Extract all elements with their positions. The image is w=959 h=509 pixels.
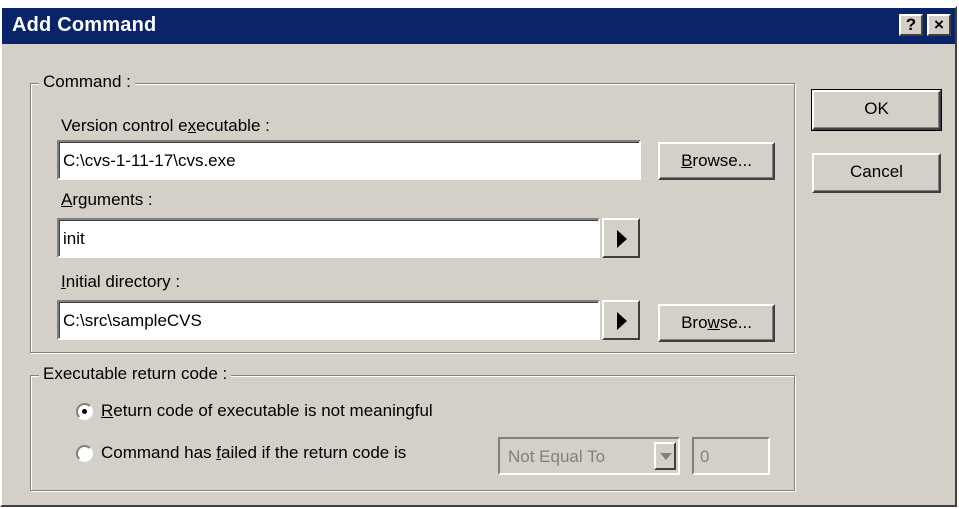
executable-field[interactable]: C:\cvs-1-11-17\cvs.exe	[57, 140, 641, 180]
radio-not-meaningful[interactable]	[76, 403, 93, 420]
radio-failed-if[interactable]	[76, 445, 93, 462]
radio-not-meaningful-label[interactable]: Return code of executable is not meaning…	[101, 401, 433, 421]
right-triangle-icon	[617, 312, 627, 330]
right-triangle-icon	[617, 230, 627, 248]
arguments-menu-button[interactable]	[602, 218, 640, 258]
initial-directory-label: Initial directory :	[61, 272, 181, 291]
browse-directory-button[interactable]: Browse...	[658, 304, 775, 342]
chevron-down-icon[interactable]	[654, 442, 676, 470]
executable-label: Version control executable :	[61, 116, 270, 135]
cancel-button[interactable]: Cancel	[812, 153, 941, 193]
title-bar[interactable]: Add Command ? ×	[2, 8, 955, 44]
radio-failed-if-label[interactable]: Command has failed if the return code is	[101, 443, 406, 463]
arguments-label: Arguments :	[61, 190, 153, 209]
return-code-group-label: Executable return code :	[39, 364, 232, 384]
close-button[interactable]: ×	[927, 14, 951, 36]
help-button[interactable]: ?	[899, 14, 923, 36]
comparison-select[interactable]: Not Equal To	[498, 437, 680, 475]
initial-directory-field[interactable]: C:\src\sampleCVS	[57, 300, 600, 340]
arguments-field[interactable]: init	[57, 218, 600, 258]
ok-button[interactable]: OK	[811, 89, 942, 131]
window-title: Add Command	[12, 14, 157, 36]
initial-directory-menu-button[interactable]	[602, 300, 640, 340]
return-code-field[interactable]: 0	[692, 437, 770, 475]
command-group-label: Command :	[39, 72, 135, 92]
return-code-group: Executable return code :	[30, 364, 795, 491]
browse-executable-button[interactable]: Browse...	[658, 142, 775, 180]
radio-selected-dot	[82, 409, 87, 414]
